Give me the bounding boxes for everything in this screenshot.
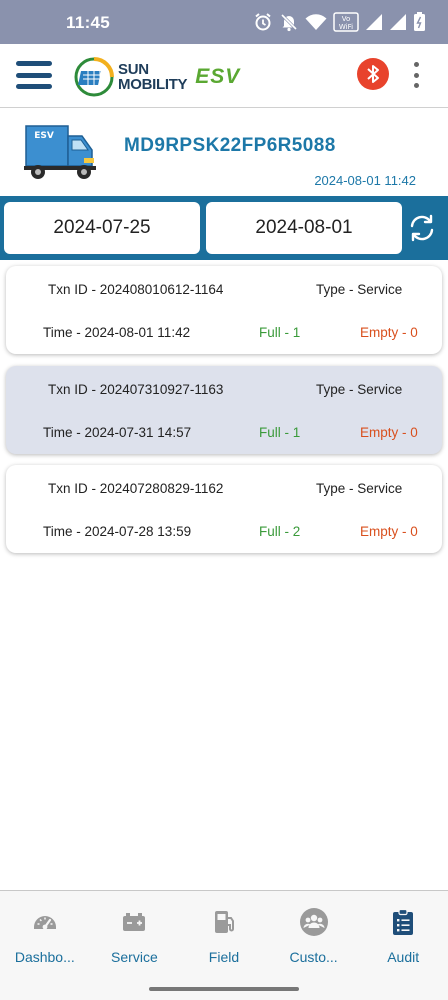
status-time: 11:45	[66, 13, 111, 32]
txn-empty-count: Empty - 0	[360, 524, 418, 539]
esv-vehicle-icon: ESV	[24, 125, 96, 179]
battery-icon	[414, 12, 425, 31]
customers-icon	[299, 907, 329, 937]
wifi-icon	[305, 14, 327, 30]
brand-line1: SUN	[118, 61, 149, 78]
clipboard-list-icon	[388, 907, 418, 937]
from-date-field[interactable]: 2024-07-25	[4, 202, 200, 254]
txn-full-count: Full - 1	[259, 425, 301, 440]
bluetooth-icon	[367, 65, 379, 83]
vehicle-id: MD9RPSK22FP6R5088	[124, 135, 336, 156]
brand-text: SUN MOBILITY	[118, 61, 188, 93]
nav-label: Service	[111, 949, 158, 965]
nav-label: Field	[208, 949, 240, 965]
txn-id: Txn ID - 202408010612-1164	[48, 282, 224, 297]
menu-button[interactable]	[14, 58, 54, 92]
alarm-icon	[255, 13, 271, 31]
gesture-area	[0, 980, 448, 1000]
txn-empty-count: Empty - 0	[360, 425, 418, 440]
speedometer-icon	[30, 907, 60, 937]
svg-text:Vo: Vo	[342, 15, 351, 23]
nav-dashboard[interactable]: Dashbo...	[0, 891, 90, 980]
status-icons: Vo WiFi	[253, 11, 426, 33]
nav-audit[interactable]: Audit	[358, 891, 448, 980]
txn-type: Type - Service	[316, 282, 403, 297]
txn-id: Txn ID - 202407280829-1162	[48, 481, 224, 496]
transaction-card[interactable]: Txn ID - 202407310927-1163 Type - Servic…	[6, 366, 442, 454]
vehicle-header: ESV MD9RPSK22FP6R5088 2024-08-01 11:42	[0, 108, 448, 196]
refresh-button[interactable]	[406, 212, 438, 244]
screen: 11:45 Vo WiFi SUN MOBILITY ESV ESV MD9RP…	[0, 0, 448, 1000]
bluetooth-button[interactable]	[357, 58, 389, 90]
mute-icon	[280, 13, 298, 32]
home-gesture-bar[interactable]	[149, 987, 299, 991]
hamburger-icon	[16, 61, 52, 66]
more-vert-icon	[413, 62, 419, 67]
vehicle-last-updated: 2024-08-01 11:42	[314, 173, 416, 188]
sun-logo-icon	[74, 57, 114, 97]
nav-service[interactable]: Service	[90, 891, 180, 980]
refresh-icon	[410, 214, 434, 242]
battery-swap-icon	[119, 907, 149, 937]
txn-full-count: Full - 2	[259, 524, 301, 539]
signal-icon	[366, 14, 382, 30]
sun-mobility-logo: SUN MOBILITY ESV	[74, 56, 240, 98]
transaction-card[interactable]: Txn ID - 202407280829-1162 Type - Servic…	[6, 465, 442, 553]
date-filter-bar: 2024-07-25 2024-08-01	[0, 196, 448, 260]
nav-field[interactable]: Field	[179, 891, 269, 980]
hamburger-line	[16, 72, 52, 78]
nav-label: Audit	[387, 949, 420, 965]
fuel-pump-icon	[209, 907, 239, 937]
txn-full-count: Full - 1	[259, 325, 301, 340]
vowifi-icon: VoWiFi	[333, 12, 359, 32]
brand-line2: MOBILITY	[118, 76, 188, 93]
txn-time: Time - 2024-08-01 11:42	[43, 325, 191, 340]
nav-customers[interactable]: Custo...	[269, 891, 359, 980]
more-dot	[413, 72, 419, 78]
txn-empty-count: Empty - 0	[360, 325, 418, 340]
brand-product: ESV	[195, 65, 241, 88]
bottom-navigation: Dashbo... Service Field Custo... Audit	[0, 890, 448, 980]
txn-id: Txn ID - 202407310927-1163	[48, 382, 224, 397]
signal-icon	[390, 14, 406, 30]
hamburger-line	[16, 84, 52, 89]
txn-type: Type - Service	[316, 382, 403, 397]
more-options-button[interactable]	[408, 60, 424, 90]
txn-time: Time - 2024-07-31 14:57	[43, 425, 192, 440]
app-bar: SUN MOBILITY ESV	[0, 44, 448, 108]
status-bar: 11:45 Vo WiFi	[0, 0, 448, 44]
nav-label: Custo...	[289, 949, 338, 965]
vehicle-badge: ESV	[34, 131, 54, 141]
txn-time: Time - 2024-07-28 13:59	[43, 524, 192, 539]
to-date-field[interactable]: 2024-08-01	[206, 202, 402, 254]
txn-type: Type - Service	[316, 481, 403, 496]
transaction-card[interactable]: Txn ID - 202408010612-1164 Type - Servic…	[6, 266, 442, 354]
more-dot	[413, 83, 419, 88]
nav-label: Dashbo...	[14, 949, 75, 965]
svg-text:WiFi: WiFi	[339, 23, 353, 31]
